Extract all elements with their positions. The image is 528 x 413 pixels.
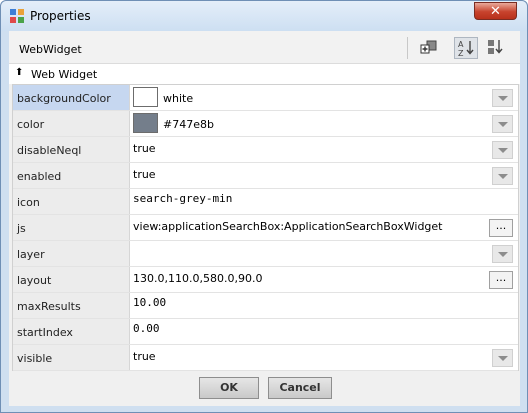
property-name-cell: maxResults: [13, 293, 130, 318]
property-value: view:applicationSearchBox:ApplicationSea…: [133, 220, 443, 233]
property-value: 130.0,110.0,580.0,90.0: [133, 272, 263, 285]
color-swatch[interactable]: [133, 87, 158, 107]
property-name: startIndex: [17, 326, 73, 339]
property-name: maxResults: [17, 300, 81, 313]
property-row-color[interactable]: color #747e8b: [13, 111, 518, 137]
property-value-cell[interactable]: true: [131, 163, 518, 188]
property-row-layout[interactable]: layout 130.0,110.0,580.0,90.0 ...: [13, 267, 518, 293]
property-value: true: [133, 142, 156, 155]
properties-window: Properties ✕ WebWidget A Z ⬆ Web Widget …: [0, 0, 528, 413]
dialog-body: WebWidget A Z ⬆ Web Widget backgroundCol…: [9, 31, 520, 406]
cancel-button[interactable]: Cancel: [268, 377, 332, 399]
property-row-maxResults[interactable]: maxResults 10.00: [13, 293, 518, 319]
toolbar-separator: [407, 37, 408, 59]
svg-text:A: A: [458, 40, 464, 49]
property-name: icon: [17, 196, 40, 209]
property-row-enabled[interactable]: enabled true: [13, 163, 518, 189]
collapse-group-icon[interactable]: ⬆: [15, 67, 23, 78]
property-value-cell[interactable]: [131, 241, 518, 266]
property-name-cell: visible: [13, 345, 130, 370]
property-value[interactable]: search-grey-min: [133, 192, 232, 205]
close-button[interactable]: ✕: [474, 2, 517, 20]
dropdown-chevron-icon[interactable]: [492, 115, 513, 133]
property-value: true: [133, 168, 156, 181]
property-name-cell: startIndex: [13, 319, 130, 344]
window-title: Properties: [30, 9, 91, 23]
property-name-cell: icon: [13, 189, 130, 214]
property-name: layer: [17, 248, 45, 261]
property-name-cell: js: [13, 215, 130, 240]
object-type-title: WebWidget: [19, 43, 82, 56]
add-slot-icon: [420, 40, 437, 54]
property-name: js: [17, 222, 26, 235]
svg-text:Z: Z: [458, 49, 464, 58]
property-name: enabled: [17, 170, 62, 183]
ellipsis-button[interactable]: ...: [489, 271, 513, 289]
color-swatch[interactable]: [133, 113, 158, 133]
property-row-visible[interactable]: visible true: [13, 345, 518, 371]
property-value: #747e8b: [163, 118, 214, 131]
dropdown-chevron-icon[interactable]: [492, 167, 513, 185]
dropdown-chevron-icon[interactable]: [492, 141, 513, 159]
dropdown-chevron-icon[interactable]: [492, 349, 513, 367]
property-value-cell[interactable]: 10.00: [131, 293, 518, 318]
group-header[interactable]: ⬆ Web Widget: [9, 64, 520, 84]
property-name: visible: [17, 352, 53, 365]
property-name: layout: [17, 274, 52, 287]
group-label: Web Widget: [31, 68, 98, 81]
property-name-cell: backgroundColor: [13, 85, 130, 110]
property-value-cell[interactable]: 130.0,110.0,580.0,90.0 ...: [131, 267, 518, 292]
property-value-cell[interactable]: view:applicationSearchBox:ApplicationSea…: [131, 215, 518, 240]
property-value-cell[interactable]: #747e8b: [131, 111, 518, 136]
property-grid: backgroundColor white color #747e8b disa…: [12, 84, 519, 371]
dropdown-chevron-icon[interactable]: [492, 89, 513, 107]
property-value-cell[interactable]: white: [131, 85, 518, 110]
property-value-cell[interactable]: 0.00: [131, 319, 518, 344]
property-row-js[interactable]: js view:applicationSearchBox:Application…: [13, 215, 518, 241]
sort-az-icon: A Z: [458, 40, 474, 58]
sort-order-button[interactable]: [484, 37, 508, 59]
sort-order-icon: [488, 40, 503, 54]
dropdown-chevron-icon[interactable]: [492, 245, 513, 263]
property-name-cell: layout: [13, 267, 130, 292]
property-name: disableNeql: [17, 144, 82, 157]
property-name: backgroundColor: [17, 92, 111, 105]
properties-header: WebWidget A Z: [9, 31, 520, 64]
property-row-startIndex[interactable]: startIndex 0.00: [13, 319, 518, 345]
sort-alphabetical-button[interactable]: A Z: [454, 37, 478, 59]
property-value-cell[interactable]: true: [131, 137, 518, 162]
property-row-disableNeql[interactable]: disableNeql true: [13, 137, 518, 163]
property-value: white: [163, 92, 194, 105]
properties-app-icon: [10, 9, 24, 23]
property-value: true: [133, 350, 156, 363]
property-value-cell[interactable]: search-grey-min: [131, 189, 518, 214]
property-value-cell[interactable]: true: [131, 345, 518, 370]
property-value[interactable]: 0.00: [133, 322, 160, 335]
property-row-icon[interactable]: icon search-grey-min: [13, 189, 518, 215]
add-slot-button[interactable]: [418, 37, 442, 59]
property-name-cell: layer: [13, 241, 130, 266]
property-row-backgroundColor[interactable]: backgroundColor white: [13, 85, 518, 111]
property-value[interactable]: 10.00: [133, 296, 166, 309]
ok-button[interactable]: OK: [199, 377, 259, 399]
property-name: color: [17, 118, 45, 131]
property-name-cell: color: [13, 111, 130, 136]
property-row-layer[interactable]: layer: [13, 241, 518, 267]
property-name-cell: disableNeql: [13, 137, 130, 162]
title-bar[interactable]: Properties ✕: [1, 1, 527, 31]
ellipsis-button[interactable]: ...: [489, 219, 513, 237]
property-name-cell: enabled: [13, 163, 130, 188]
